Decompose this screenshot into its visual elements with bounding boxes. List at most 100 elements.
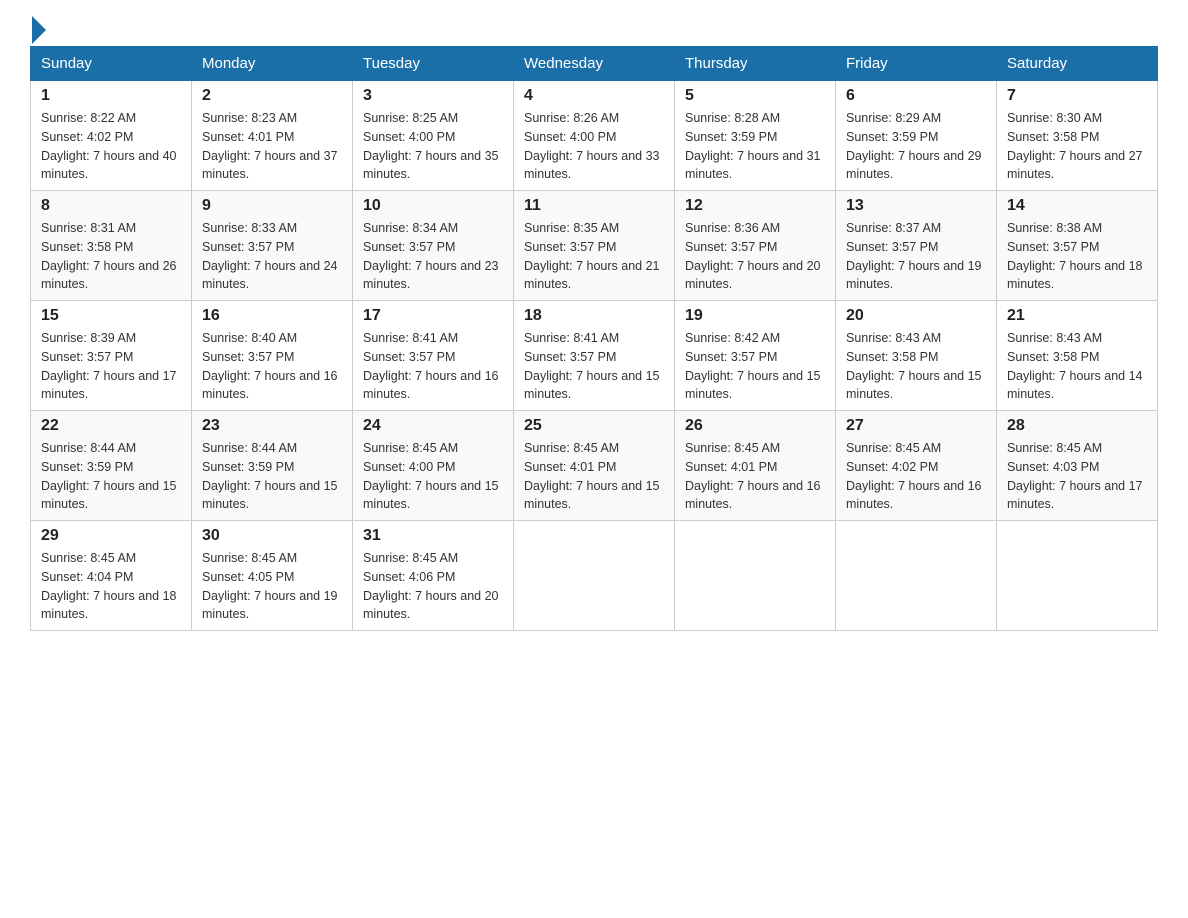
day-number: 25 (524, 417, 664, 435)
day-info: Sunrise: 8:45 AMSunset: 4:01 PMDaylight:… (524, 441, 660, 511)
day-number: 12 (685, 197, 825, 215)
calendar-week-row: 29 Sunrise: 8:45 AMSunset: 4:04 PMDaylig… (31, 521, 1158, 631)
page-header (30, 20, 1158, 36)
day-info: Sunrise: 8:30 AMSunset: 3:58 PMDaylight:… (1007, 111, 1143, 181)
day-info: Sunrise: 8:38 AMSunset: 3:57 PMDaylight:… (1007, 221, 1143, 291)
logo (30, 20, 46, 36)
day-number: 19 (685, 307, 825, 325)
column-header-thursday: Thursday (675, 47, 836, 81)
day-number: 18 (524, 307, 664, 325)
day-number: 13 (846, 197, 986, 215)
calendar-day-cell: 22 Sunrise: 8:44 AMSunset: 3:59 PMDaylig… (31, 411, 192, 521)
column-header-sunday: Sunday (31, 47, 192, 81)
calendar-day-cell: 6 Sunrise: 8:29 AMSunset: 3:59 PMDayligh… (836, 81, 997, 191)
day-number: 14 (1007, 197, 1147, 215)
calendar-day-cell: 2 Sunrise: 8:23 AMSunset: 4:01 PMDayligh… (192, 81, 353, 191)
day-number: 16 (202, 307, 342, 325)
day-info: Sunrise: 8:33 AMSunset: 3:57 PMDaylight:… (202, 221, 338, 291)
day-number: 22 (41, 417, 181, 435)
calendar-week-row: 22 Sunrise: 8:44 AMSunset: 3:59 PMDaylig… (31, 411, 1158, 521)
day-info: Sunrise: 8:34 AMSunset: 3:57 PMDaylight:… (363, 221, 499, 291)
day-number: 24 (363, 417, 503, 435)
empty-cell (514, 521, 675, 631)
calendar-day-cell: 25 Sunrise: 8:45 AMSunset: 4:01 PMDaylig… (514, 411, 675, 521)
day-number: 23 (202, 417, 342, 435)
day-info: Sunrise: 8:45 AMSunset: 4:00 PMDaylight:… (363, 441, 499, 511)
calendar-day-cell: 15 Sunrise: 8:39 AMSunset: 3:57 PMDaylig… (31, 301, 192, 411)
calendar-day-cell: 11 Sunrise: 8:35 AMSunset: 3:57 PMDaylig… (514, 191, 675, 301)
empty-cell (997, 521, 1158, 631)
day-info: Sunrise: 8:26 AMSunset: 4:00 PMDaylight:… (524, 111, 660, 181)
calendar-day-cell: 16 Sunrise: 8:40 AMSunset: 3:57 PMDaylig… (192, 301, 353, 411)
day-info: Sunrise: 8:40 AMSunset: 3:57 PMDaylight:… (202, 331, 338, 401)
day-number: 20 (846, 307, 986, 325)
day-info: Sunrise: 8:43 AMSunset: 3:58 PMDaylight:… (1007, 331, 1143, 401)
calendar-table: SundayMondayTuesdayWednesdayThursdayFrid… (30, 46, 1158, 631)
column-header-monday: Monday (192, 47, 353, 81)
calendar-day-cell: 7 Sunrise: 8:30 AMSunset: 3:58 PMDayligh… (997, 81, 1158, 191)
day-info: Sunrise: 8:45 AMSunset: 4:06 PMDaylight:… (363, 551, 499, 621)
day-info: Sunrise: 8:42 AMSunset: 3:57 PMDaylight:… (685, 331, 821, 401)
day-info: Sunrise: 8:35 AMSunset: 3:57 PMDaylight:… (524, 221, 660, 291)
day-number: 9 (202, 197, 342, 215)
calendar-day-cell: 18 Sunrise: 8:41 AMSunset: 3:57 PMDaylig… (514, 301, 675, 411)
day-info: Sunrise: 8:45 AMSunset: 4:02 PMDaylight:… (846, 441, 982, 511)
day-number: 5 (685, 87, 825, 105)
day-info: Sunrise: 8:41 AMSunset: 3:57 PMDaylight:… (524, 331, 660, 401)
day-number: 30 (202, 527, 342, 545)
day-number: 21 (1007, 307, 1147, 325)
calendar-day-cell: 10 Sunrise: 8:34 AMSunset: 3:57 PMDaylig… (353, 191, 514, 301)
day-number: 3 (363, 87, 503, 105)
calendar-day-cell: 1 Sunrise: 8:22 AMSunset: 4:02 PMDayligh… (31, 81, 192, 191)
day-number: 29 (41, 527, 181, 545)
day-info: Sunrise: 8:45 AMSunset: 4:05 PMDaylight:… (202, 551, 338, 621)
day-info: Sunrise: 8:29 AMSunset: 3:59 PMDaylight:… (846, 111, 982, 181)
day-info: Sunrise: 8:25 AMSunset: 4:00 PMDaylight:… (363, 111, 499, 181)
day-number: 1 (41, 87, 181, 105)
day-number: 15 (41, 307, 181, 325)
calendar-day-cell: 31 Sunrise: 8:45 AMSunset: 4:06 PMDaylig… (353, 521, 514, 631)
day-number: 6 (846, 87, 986, 105)
day-number: 11 (524, 197, 664, 215)
day-info: Sunrise: 8:43 AMSunset: 3:58 PMDaylight:… (846, 331, 982, 401)
column-header-saturday: Saturday (997, 47, 1158, 81)
calendar-day-cell: 5 Sunrise: 8:28 AMSunset: 3:59 PMDayligh… (675, 81, 836, 191)
calendar-day-cell: 24 Sunrise: 8:45 AMSunset: 4:00 PMDaylig… (353, 411, 514, 521)
calendar-day-cell: 26 Sunrise: 8:45 AMSunset: 4:01 PMDaylig… (675, 411, 836, 521)
calendar-day-cell: 13 Sunrise: 8:37 AMSunset: 3:57 PMDaylig… (836, 191, 997, 301)
calendar-day-cell: 17 Sunrise: 8:41 AMSunset: 3:57 PMDaylig… (353, 301, 514, 411)
calendar-day-cell: 4 Sunrise: 8:26 AMSunset: 4:00 PMDayligh… (514, 81, 675, 191)
calendar-day-cell: 19 Sunrise: 8:42 AMSunset: 3:57 PMDaylig… (675, 301, 836, 411)
day-info: Sunrise: 8:39 AMSunset: 3:57 PMDaylight:… (41, 331, 177, 401)
calendar-header-row: SundayMondayTuesdayWednesdayThursdayFrid… (31, 47, 1158, 81)
day-info: Sunrise: 8:22 AMSunset: 4:02 PMDaylight:… (41, 111, 177, 181)
day-number: 17 (363, 307, 503, 325)
day-info: Sunrise: 8:44 AMSunset: 3:59 PMDaylight:… (41, 441, 177, 511)
day-number: 4 (524, 87, 664, 105)
column-header-wednesday: Wednesday (514, 47, 675, 81)
calendar-day-cell: 12 Sunrise: 8:36 AMSunset: 3:57 PMDaylig… (675, 191, 836, 301)
day-number: 27 (846, 417, 986, 435)
calendar-day-cell: 14 Sunrise: 8:38 AMSunset: 3:57 PMDaylig… (997, 191, 1158, 301)
calendar-day-cell: 21 Sunrise: 8:43 AMSunset: 3:58 PMDaylig… (997, 301, 1158, 411)
day-info: Sunrise: 8:31 AMSunset: 3:58 PMDaylight:… (41, 221, 177, 291)
day-info: Sunrise: 8:45 AMSunset: 4:01 PMDaylight:… (685, 441, 821, 511)
day-info: Sunrise: 8:28 AMSunset: 3:59 PMDaylight:… (685, 111, 821, 181)
calendar-day-cell: 20 Sunrise: 8:43 AMSunset: 3:58 PMDaylig… (836, 301, 997, 411)
day-number: 31 (363, 527, 503, 545)
day-number: 10 (363, 197, 503, 215)
day-info: Sunrise: 8:45 AMSunset: 4:04 PMDaylight:… (41, 551, 177, 621)
empty-cell (836, 521, 997, 631)
calendar-day-cell: 23 Sunrise: 8:44 AMSunset: 3:59 PMDaylig… (192, 411, 353, 521)
day-info: Sunrise: 8:36 AMSunset: 3:57 PMDaylight:… (685, 221, 821, 291)
calendar-week-row: 8 Sunrise: 8:31 AMSunset: 3:58 PMDayligh… (31, 191, 1158, 301)
column-header-friday: Friday (836, 47, 997, 81)
calendar-day-cell: 30 Sunrise: 8:45 AMSunset: 4:05 PMDaylig… (192, 521, 353, 631)
day-info: Sunrise: 8:41 AMSunset: 3:57 PMDaylight:… (363, 331, 499, 401)
calendar-day-cell: 3 Sunrise: 8:25 AMSunset: 4:00 PMDayligh… (353, 81, 514, 191)
logo-arrow-icon (32, 16, 46, 44)
day-number: 28 (1007, 417, 1147, 435)
day-info: Sunrise: 8:45 AMSunset: 4:03 PMDaylight:… (1007, 441, 1143, 511)
day-number: 7 (1007, 87, 1147, 105)
calendar-day-cell: 27 Sunrise: 8:45 AMSunset: 4:02 PMDaylig… (836, 411, 997, 521)
